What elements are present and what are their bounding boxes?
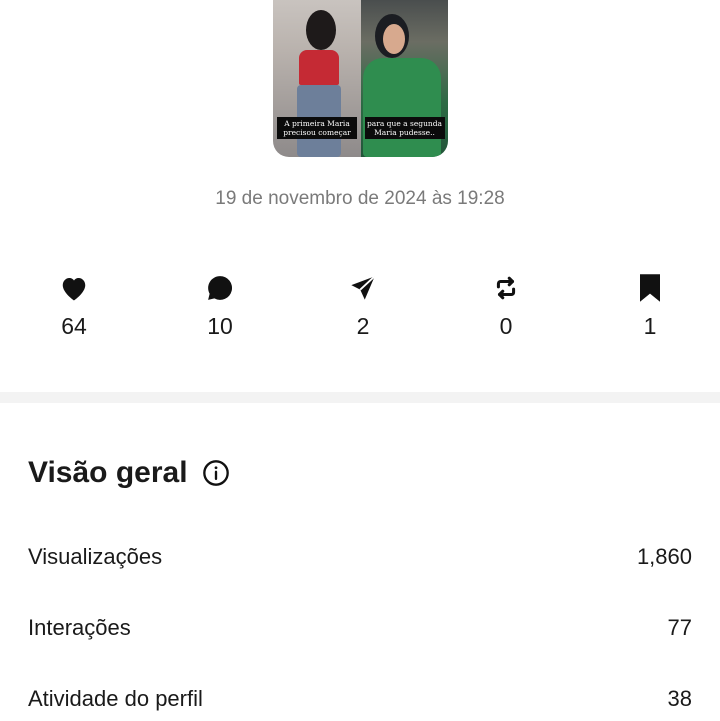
comments-count: 10 [207,313,233,339]
likes-count: 64 [61,313,87,339]
stat-likes[interactable]: 64 [44,270,104,340]
interactions-value: 77 [667,615,692,640]
overview-header: Visão geral [28,456,230,490]
post-thumbnail[interactable]: A primeira Maria precisou começar para q… [273,0,448,157]
thumbnail-left-photo: A primeira Maria precisou começar [273,0,361,157]
reposts-count: 0 [499,313,513,339]
views-value: 1,860 [636,544,692,569]
overview-row-profile-activity[interactable]: Atividade do perfil 38 [28,686,692,712]
bookmark-icon [620,270,680,306]
interactions-label: Interações [28,615,131,640]
post-timestamp: 19 de novembro de 2024 às 19:28 [215,188,505,209]
thumbnail-caption-left: A primeira Maria precisou começar [277,117,357,139]
thumbnail-right-photo: para que a segunda Maria pudesse.. [360,0,448,157]
profile-activity-label: Atividade do perfil [28,686,203,711]
share-icon [333,270,393,306]
comment-icon [190,270,250,306]
person-sweater [362,58,441,157]
shares-count: 2 [356,313,370,339]
stat-comments[interactable]: 10 [190,270,250,340]
info-icon[interactable] [202,459,230,487]
overview-row-views[interactable]: Visualizações 1,860 [28,544,692,570]
thumbnail-caption-right: para que a segunda Maria pudesse.. [364,117,445,139]
engagement-stats: 64 10 2 0 1 [0,270,720,350]
section-divider [0,392,720,403]
heart-icon [44,270,104,306]
overview-row-interactions[interactable]: Interações 77 [28,615,692,641]
stat-shares[interactable]: 2 [333,270,393,340]
saves-count: 1 [643,313,657,339]
profile-activity-value: 38 [667,686,692,711]
person-head [306,10,336,50]
stat-saves[interactable]: 1 [620,270,680,340]
views-label: Visualizações [28,544,163,569]
person-top [299,50,339,85]
repost-icon [476,270,536,306]
stat-reposts[interactable]: 0 [476,270,536,340]
person-face [382,24,405,54]
overview-title: Visão geral [28,456,188,489]
